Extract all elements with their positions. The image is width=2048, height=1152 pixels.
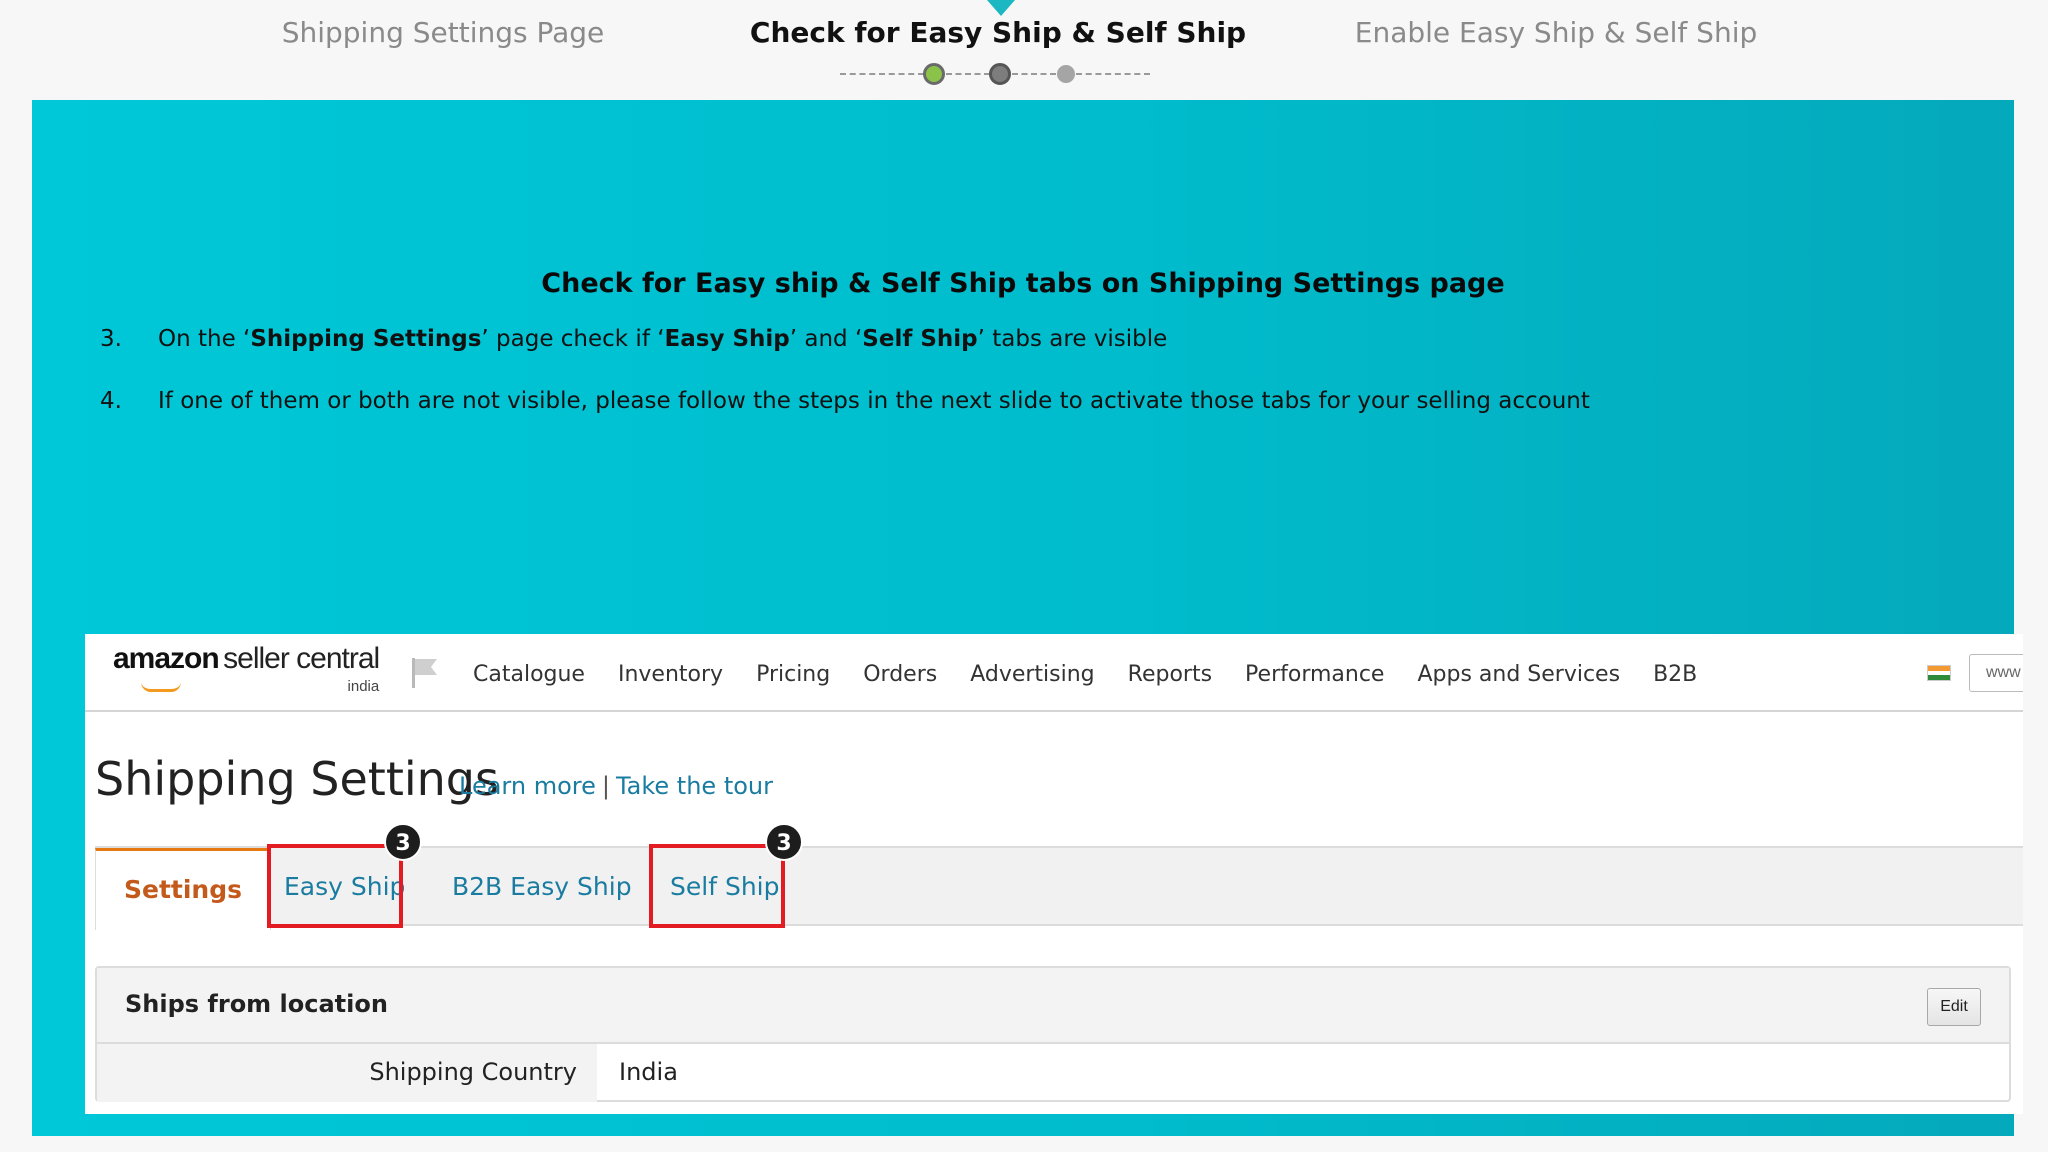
step-label-1[interactable]: Shipping Settings Page <box>282 16 605 49</box>
logo-product: seller central <box>223 642 380 675</box>
top-navigation-bar: amazon seller central india Catalogue In… <box>85 634 2023 712</box>
instruction-text: On the ‘ <box>158 326 251 352</box>
step-dot-current <box>989 63 1011 85</box>
stepper-connector <box>840 73 924 75</box>
shipping-country-label: Shipping Country <box>97 1044 597 1102</box>
nav-orders[interactable]: Orders <box>863 662 937 687</box>
nav-b2b[interactable]: B2B <box>1653 662 1697 687</box>
search-input[interactable]: www <box>1969 654 2023 692</box>
amazon-smile-icon <box>141 682 181 692</box>
nav-apps-and-services[interactable]: Apps and Services <box>1417 662 1620 687</box>
step-label-2[interactable]: Check for Easy Ship & Self Ship <box>750 16 1246 49</box>
easy-ship-highlight <box>267 844 403 928</box>
current-step-pointer-icon <box>987 0 1015 16</box>
instruction-text: If one of them or both are not visible, … <box>158 388 1590 414</box>
edit-button[interactable]: Edit <box>1927 988 1981 1026</box>
step-3-badge: 3 <box>765 823 803 861</box>
instruction-number: 3. <box>100 326 122 352</box>
step-dot-done <box>923 63 945 85</box>
amazon-seller-central-logo[interactable]: amazon seller central india <box>113 642 380 695</box>
step-label-3[interactable]: Enable Easy Ship & Self Ship <box>1355 16 1758 49</box>
page-title: Shipping Settings <box>95 752 499 806</box>
step-dot-todo <box>1057 65 1075 83</box>
nav-reports[interactable]: Reports <box>1128 662 1212 687</box>
seller-central-screenshot: amazon seller central india Catalogue In… <box>85 634 2023 1114</box>
tab-settings[interactable]: Settings <box>95 848 272 930</box>
instruction-text: ’ and ‘ <box>789 326 863 352</box>
panel-header: Ships from location Edit <box>97 968 2009 1044</box>
instruction-4: 4. If one of them or both are not visible… <box>100 388 1590 414</box>
instruction-number: 4. <box>100 388 122 414</box>
india-flag-icon[interactable] <box>1927 665 1951 681</box>
learn-more-link[interactable]: Learn more <box>459 772 596 800</box>
stepper-connector <box>1012 73 1056 75</box>
nav-pricing[interactable]: Pricing <box>756 662 830 687</box>
ships-from-location-panel: Ships from location Edit Shipping Countr… <box>95 966 2011 1102</box>
take-the-tour-link[interactable]: Take the tour <box>616 772 773 800</box>
instruction-text: ’ tabs are visible <box>977 326 1168 352</box>
instruction-slide: Check for Easy ship & Self Ship tabs on … <box>32 100 2023 1136</box>
main-nav: Catalogue Inventory Pricing Orders Adver… <box>473 662 1697 687</box>
nav-advertising[interactable]: Advertising <box>970 662 1094 687</box>
instruction-bold: Easy Ship <box>664 326 790 352</box>
progress-stepper: Shipping Settings Page Check for Easy Sh… <box>0 0 2048 100</box>
slide-heading: Check for Easy ship & Self Ship tabs on … <box>541 268 1505 299</box>
logo-region: india <box>347 678 380 695</box>
title-links: Learn more | Take the tour <box>459 772 773 800</box>
instruction-bold: Self Ship <box>862 326 978 352</box>
stepper-connector <box>1076 73 1150 75</box>
stepper-connector <box>946 73 990 75</box>
flag-icon[interactable] <box>410 654 440 690</box>
nav-inventory[interactable]: Inventory <box>618 662 723 687</box>
instruction-3: 3. On the ‘Shipping Settings’ page check … <box>100 326 1167 352</box>
nav-catalogue[interactable]: Catalogue <box>473 662 585 687</box>
tab-b2b-easy-ship[interactable]: B2B Easy Ship <box>452 848 632 928</box>
instruction-text: ’ page check if ‘ <box>481 326 665 352</box>
link-separator: | <box>601 772 610 800</box>
panel-title: Ships from location <box>125 990 388 1018</box>
step-3-badge: 3 <box>384 823 422 861</box>
shipping-country-value: India <box>619 1058 678 1086</box>
logo-brand: amazon <box>113 642 220 675</box>
nav-performance[interactable]: Performance <box>1245 662 1384 687</box>
instruction-bold: Shipping Settings <box>250 326 482 352</box>
self-ship-highlight <box>649 844 785 928</box>
